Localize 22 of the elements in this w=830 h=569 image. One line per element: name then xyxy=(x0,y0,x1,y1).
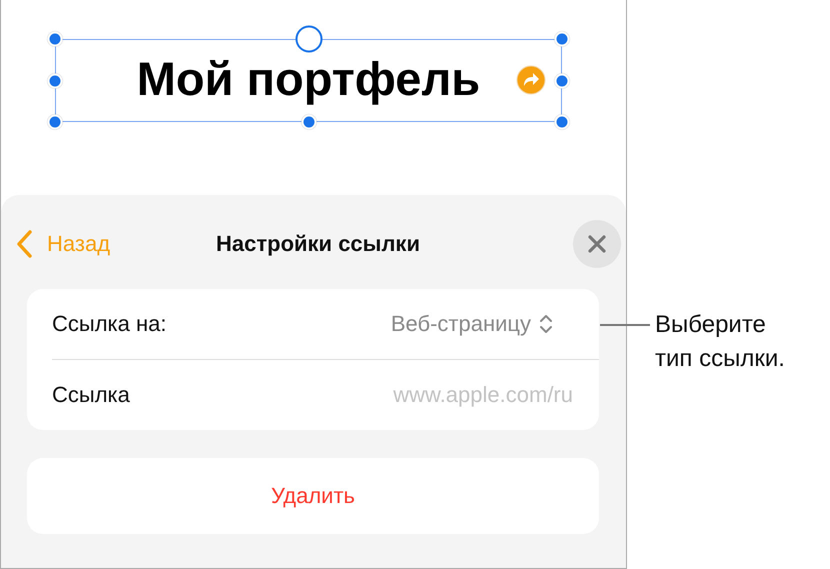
link-url-field[interactable]: www.apple.com/ru xyxy=(333,382,573,408)
chevron-left-icon xyxy=(15,229,33,259)
up-down-chevron-icon xyxy=(539,313,553,335)
row-label: Ссылка на: xyxy=(52,311,166,337)
link-type-picker[interactable]: Веб-страницу xyxy=(390,311,553,337)
delete-button[interactable]: Удалить xyxy=(27,458,599,534)
back-button[interactable]: Назад xyxy=(15,229,110,259)
row-label: Ссылка xyxy=(52,382,130,408)
close-icon xyxy=(587,234,607,254)
leader-line xyxy=(600,324,650,326)
slide-title: Мой портфель xyxy=(136,51,480,106)
resize-handle[interactable] xyxy=(48,32,62,46)
resize-handle[interactable] xyxy=(301,114,316,130)
resize-handle[interactable] xyxy=(554,114,570,130)
close-button[interactable] xyxy=(573,220,621,268)
resize-handle[interactable] xyxy=(48,114,62,130)
panel-title: Настройки ссылки xyxy=(216,231,420,257)
resize-handle[interactable] xyxy=(48,73,62,88)
callout-text: Выберите тип ссылки. xyxy=(655,310,786,374)
rotate-handle[interactable] xyxy=(295,26,322,52)
resize-handle[interactable] xyxy=(554,73,570,88)
resize-handle[interactable] xyxy=(554,32,570,46)
